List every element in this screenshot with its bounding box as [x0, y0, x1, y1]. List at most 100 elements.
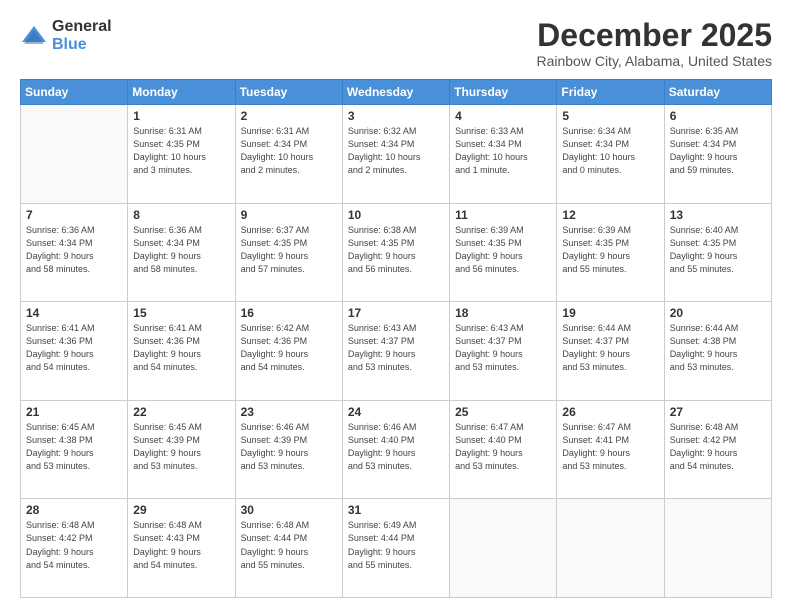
- table-row: 2Sunrise: 6:31 AM Sunset: 4:34 PM Daylig…: [235, 105, 342, 204]
- table-row: 1 Sunrise: 6:31 AM Sunset: 4:35 PM Daylig…: [128, 105, 235, 204]
- day-info: Sunrise: 6:48 AM Sunset: 4:42 PM Dayligh…: [670, 421, 766, 473]
- day-number: 4: [455, 109, 551, 123]
- day-info: Sunrise: 6:45 AM Sunset: 4:39 PM Dayligh…: [133, 421, 229, 473]
- col-sunday: Sunday: [21, 80, 128, 105]
- col-friday: Friday: [557, 80, 664, 105]
- day-number: 8: [133, 208, 229, 222]
- day-number: 22: [133, 405, 229, 419]
- day-info: Sunrise: 6:31 AM Sunset: 4:35 PM Dayligh…: [133, 125, 229, 177]
- day-number: 25: [455, 405, 551, 419]
- day-info: Sunrise: 6:33 AM Sunset: 4:34 PM Dayligh…: [455, 125, 551, 177]
- day-info: Sunrise: 6:34 AM Sunset: 4:34 PM Dayligh…: [562, 125, 658, 177]
- calendar-week-row: 28 Sunrise: 6:48 AM Sunset: 4:42 PM Dayli…: [21, 499, 772, 598]
- day-info: Sunrise: 6:44 AM Sunset: 4:38 PM Dayligh…: [670, 322, 766, 374]
- table-row: 23 Sunrise: 6:46 AM Sunset: 4:39 PM Dayli…: [235, 400, 342, 499]
- day-info: Sunrise: 6:46 AM Sunset: 4:40 PM Dayligh…: [348, 421, 444, 473]
- day-info: Sunrise: 6:44 AM Sunset: 4:37 PM Dayligh…: [562, 322, 658, 374]
- table-row: 17Sunrise: 6:43 AM Sunset: 4:37 PM Dayli…: [342, 302, 449, 401]
- day-number: 7: [26, 208, 122, 222]
- logo-blue-text: Blue: [52, 36, 112, 54]
- day-number: 1: [133, 109, 229, 123]
- header: General Blue December 2025 Rainbow City,…: [20, 18, 772, 69]
- table-row: 21 Sunrise: 6:45 AM Sunset: 4:38 PM Dayli…: [21, 400, 128, 499]
- day-number: 28: [26, 503, 122, 517]
- day-number: 20: [670, 306, 766, 320]
- logo-icon: [20, 22, 48, 50]
- table-row: 4 Sunrise: 6:33 AM Sunset: 4:34 PM Daylig…: [450, 105, 557, 204]
- calendar-table: Sunday Monday Tuesday Wednesday Thursday…: [20, 79, 772, 598]
- day-info: Sunrise: 6:41 AM Sunset: 4:36 PM Dayligh…: [133, 322, 229, 374]
- day-number: 18: [455, 306, 551, 320]
- day-info: Sunrise: 6:46 AM Sunset: 4:39 PM Dayligh…: [241, 421, 337, 473]
- day-number: 15: [133, 306, 229, 320]
- day-number: 21: [26, 405, 122, 419]
- day-number: 16: [241, 306, 337, 320]
- table-row: 8 Sunrise: 6:36 AM Sunset: 4:34 PM Daylig…: [128, 203, 235, 302]
- day-number: 3: [348, 109, 444, 123]
- col-saturday: Saturday: [664, 80, 771, 105]
- day-number: 26: [562, 405, 658, 419]
- calendar-week-row: 7 Sunrise: 6:36 AM Sunset: 4:34 PM Daylig…: [21, 203, 772, 302]
- logo-general-text: General: [52, 18, 112, 36]
- table-row: [557, 499, 664, 598]
- table-row: 31 Sunrise: 6:49 AM Sunset: 4:44 PM Dayli…: [342, 499, 449, 598]
- day-info: Sunrise: 6:35 AM Sunset: 4:34 PM Dayligh…: [670, 125, 766, 177]
- table-row: 14 Sunrise: 6:41 AM Sunset: 4:36 PM Dayli…: [21, 302, 128, 401]
- table-row: 22 Sunrise: 6:45 AM Sunset: 4:39 PM Dayli…: [128, 400, 235, 499]
- day-info: Sunrise: 6:40 AM Sunset: 4:35 PM Dayligh…: [670, 224, 766, 276]
- day-number: 23: [241, 405, 337, 419]
- day-number: 24: [348, 405, 444, 419]
- day-number: 2: [241, 109, 337, 123]
- page: General Blue December 2025 Rainbow City,…: [0, 0, 792, 612]
- table-row: 10Sunrise: 6:38 AM Sunset: 4:35 PM Dayli…: [342, 203, 449, 302]
- day-info: Sunrise: 6:42 AM Sunset: 4:36 PM Dayligh…: [241, 322, 337, 374]
- day-info: Sunrise: 6:36 AM Sunset: 4:34 PM Dayligh…: [133, 224, 229, 276]
- day-number: 31: [348, 503, 444, 517]
- day-number: 6: [670, 109, 766, 123]
- day-info: Sunrise: 6:32 AM Sunset: 4:34 PM Dayligh…: [348, 125, 444, 177]
- day-number: 12: [562, 208, 658, 222]
- table-row: 30 Sunrise: 6:48 AM Sunset: 4:44 PM Dayli…: [235, 499, 342, 598]
- day-info: Sunrise: 6:36 AM Sunset: 4:34 PM Dayligh…: [26, 224, 122, 276]
- day-number: 17: [348, 306, 444, 320]
- table-row: 12 Sunrise: 6:39 AM Sunset: 4:35 PM Dayli…: [557, 203, 664, 302]
- table-row: 3 Sunrise: 6:32 AM Sunset: 4:34 PM Daylig…: [342, 105, 449, 204]
- table-row: 25Sunrise: 6:47 AM Sunset: 4:40 PM Dayli…: [450, 400, 557, 499]
- title-block: December 2025 Rainbow City, Alabama, Uni…: [536, 18, 772, 69]
- calendar-week-row: 14 Sunrise: 6:41 AM Sunset: 4:36 PM Dayli…: [21, 302, 772, 401]
- col-monday: Monday: [128, 80, 235, 105]
- col-thursday: Thursday: [450, 80, 557, 105]
- table-row: 24 Sunrise: 6:46 AM Sunset: 4:40 PM Dayli…: [342, 400, 449, 499]
- table-row: 7 Sunrise: 6:36 AM Sunset: 4:34 PM Daylig…: [21, 203, 128, 302]
- table-row: 29Sunrise: 6:48 AM Sunset: 4:43 PM Dayli…: [128, 499, 235, 598]
- table-row: [450, 499, 557, 598]
- table-row: 27Sunrise: 6:48 AM Sunset: 4:42 PM Dayli…: [664, 400, 771, 499]
- day-info: Sunrise: 6:48 AM Sunset: 4:44 PM Dayligh…: [241, 519, 337, 571]
- table-row: 11Sunrise: 6:39 AM Sunset: 4:35 PM Dayli…: [450, 203, 557, 302]
- month-title: December 2025: [536, 18, 772, 53]
- table-row: 26 Sunrise: 6:47 AM Sunset: 4:41 PM Dayli…: [557, 400, 664, 499]
- calendar-header-row: Sunday Monday Tuesday Wednesday Thursday…: [21, 80, 772, 105]
- table-row: 28 Sunrise: 6:48 AM Sunset: 4:42 PM Dayli…: [21, 499, 128, 598]
- day-info: Sunrise: 6:48 AM Sunset: 4:42 PM Dayligh…: [26, 519, 122, 571]
- table-row: 19Sunrise: 6:44 AM Sunset: 4:37 PM Dayli…: [557, 302, 664, 401]
- day-info: Sunrise: 6:45 AM Sunset: 4:38 PM Dayligh…: [26, 421, 122, 473]
- day-info: Sunrise: 6:37 AM Sunset: 4:35 PM Dayligh…: [241, 224, 337, 276]
- day-number: 30: [241, 503, 337, 517]
- day-number: 14: [26, 306, 122, 320]
- day-info: Sunrise: 6:49 AM Sunset: 4:44 PM Dayligh…: [348, 519, 444, 571]
- day-number: 11: [455, 208, 551, 222]
- day-info: Sunrise: 6:41 AM Sunset: 4:36 PM Dayligh…: [26, 322, 122, 374]
- day-number: 10: [348, 208, 444, 222]
- table-row: [664, 499, 771, 598]
- table-row: [21, 105, 128, 204]
- location: Rainbow City, Alabama, United States: [536, 53, 772, 69]
- calendar-week-row: 21 Sunrise: 6:45 AM Sunset: 4:38 PM Dayli…: [21, 400, 772, 499]
- day-number: 9: [241, 208, 337, 222]
- calendar-week-row: 1 Sunrise: 6:31 AM Sunset: 4:35 PM Daylig…: [21, 105, 772, 204]
- day-info: Sunrise: 6:39 AM Sunset: 4:35 PM Dayligh…: [562, 224, 658, 276]
- day-info: Sunrise: 6:47 AM Sunset: 4:41 PM Dayligh…: [562, 421, 658, 473]
- logo: General Blue: [20, 18, 112, 53]
- day-number: 29: [133, 503, 229, 517]
- day-number: 5: [562, 109, 658, 123]
